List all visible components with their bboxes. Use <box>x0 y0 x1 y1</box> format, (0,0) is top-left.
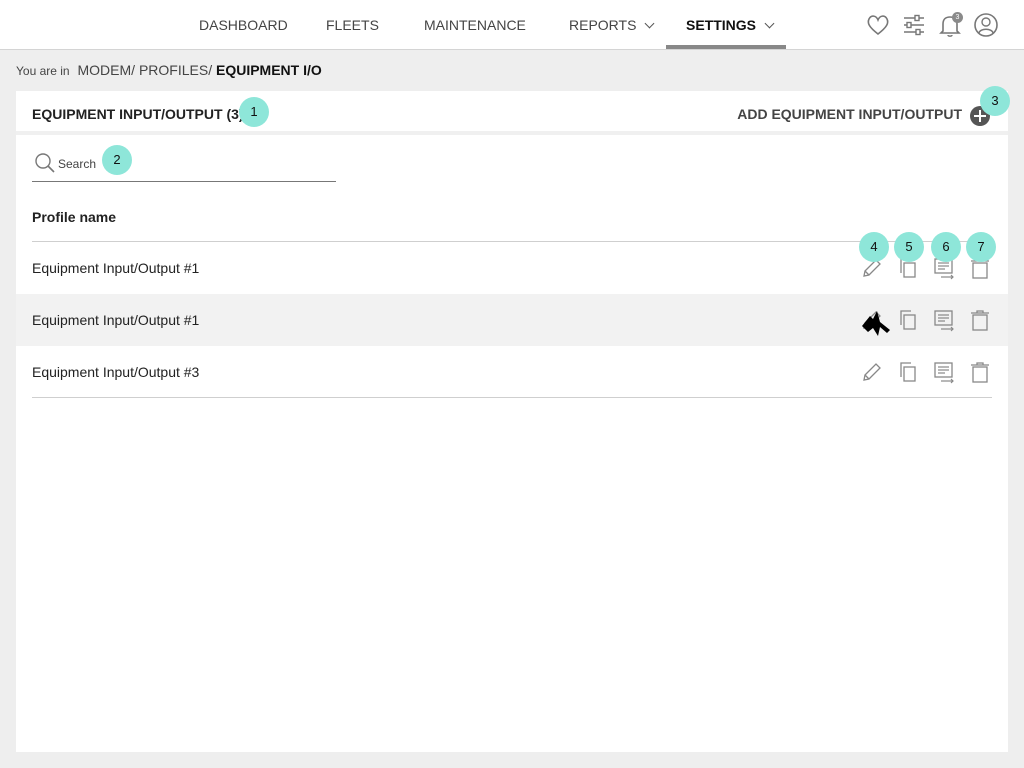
callout-5: 5 <box>894 232 924 262</box>
table-bottom-divider <box>32 397 992 398</box>
nav-settings[interactable]: SETTINGS <box>686 0 775 50</box>
breadcrumb-profiles[interactable]: PROFILES/ <box>139 62 212 78</box>
search-input[interactable] <box>58 153 328 175</box>
sliders-icon[interactable] <box>901 12 927 38</box>
chevron-down-icon <box>644 18 655 29</box>
copy-icon[interactable] <box>896 360 920 384</box>
bell-icon[interactable]: 3 <box>937 12 963 38</box>
breadcrumb-modem[interactable]: MODEM/ <box>78 62 136 78</box>
edit-icon[interactable] <box>860 360 884 384</box>
callout-1: 1 <box>239 97 269 127</box>
add-equipment-io-button[interactable]: ADD EQUIPMENT INPUT/OUTPUT <box>737 106 962 122</box>
column-header-profile-name[interactable]: Profile name <box>32 209 116 225</box>
top-nav-bar: DASHBOARD FLEETS MAINTENANCE REPORTS SET… <box>0 0 1024 50</box>
callout-3: 3 <box>980 86 1010 116</box>
notification-badge: 3 <box>952 12 963 23</box>
list-icon[interactable] <box>932 360 956 384</box>
profile-name: Equipment Input/Output #1 <box>32 312 200 328</box>
nav-maintenance[interactable]: MAINTENANCE <box>424 0 526 50</box>
nav-reports[interactable]: REPORTS <box>569 0 655 50</box>
delete-icon[interactable] <box>968 360 992 384</box>
breadcrumb-current: EQUIPMENT I/O <box>215 62 322 78</box>
callout-2: 2 <box>102 145 132 175</box>
chevron-down-icon <box>764 18 775 29</box>
search-field <box>32 149 336 182</box>
search-icon <box>35 153 55 173</box>
breadcrumb-prefix: You are in <box>16 64 70 78</box>
callout-4: 4 <box>859 232 889 262</box>
callout-6: 6 <box>931 232 961 262</box>
nav-fleets[interactable]: FLEETS <box>326 0 379 50</box>
table-row[interactable]: Equipment Input/Output #3 <box>16 346 1008 398</box>
page-title: EQUIPMENT INPUT/OUTPUT (3) <box>32 106 244 122</box>
copy-icon[interactable] <box>896 308 920 332</box>
nav-reports-label: REPORTS <box>569 17 637 33</box>
breadcrumb: You are in MODEM/ PROFILES/ EQUIPMENT I/… <box>16 62 322 78</box>
equipment-io-card: EQUIPMENT INPUT/OUTPUT (3) ADD EQUIPMENT… <box>16 91 1008 752</box>
user-icon[interactable] <box>973 12 999 38</box>
profile-name: Equipment Input/Output #1 <box>32 260 200 276</box>
mouse-cursor-icon <box>862 311 890 336</box>
callout-7: 7 <box>966 232 996 262</box>
delete-icon[interactable] <box>968 308 992 332</box>
list-icon[interactable] <box>932 308 956 332</box>
heart-icon[interactable] <box>865 12 891 38</box>
nav-settings-label: SETTINGS <box>686 17 757 33</box>
profile-name: Equipment Input/Output #3 <box>32 364 200 380</box>
nav-dashboard[interactable]: DASHBOARD <box>199 0 288 50</box>
active-tab-indicator <box>666 45 786 49</box>
card-header: EQUIPMENT INPUT/OUTPUT (3) ADD EQUIPMENT… <box>16 91 1008 135</box>
